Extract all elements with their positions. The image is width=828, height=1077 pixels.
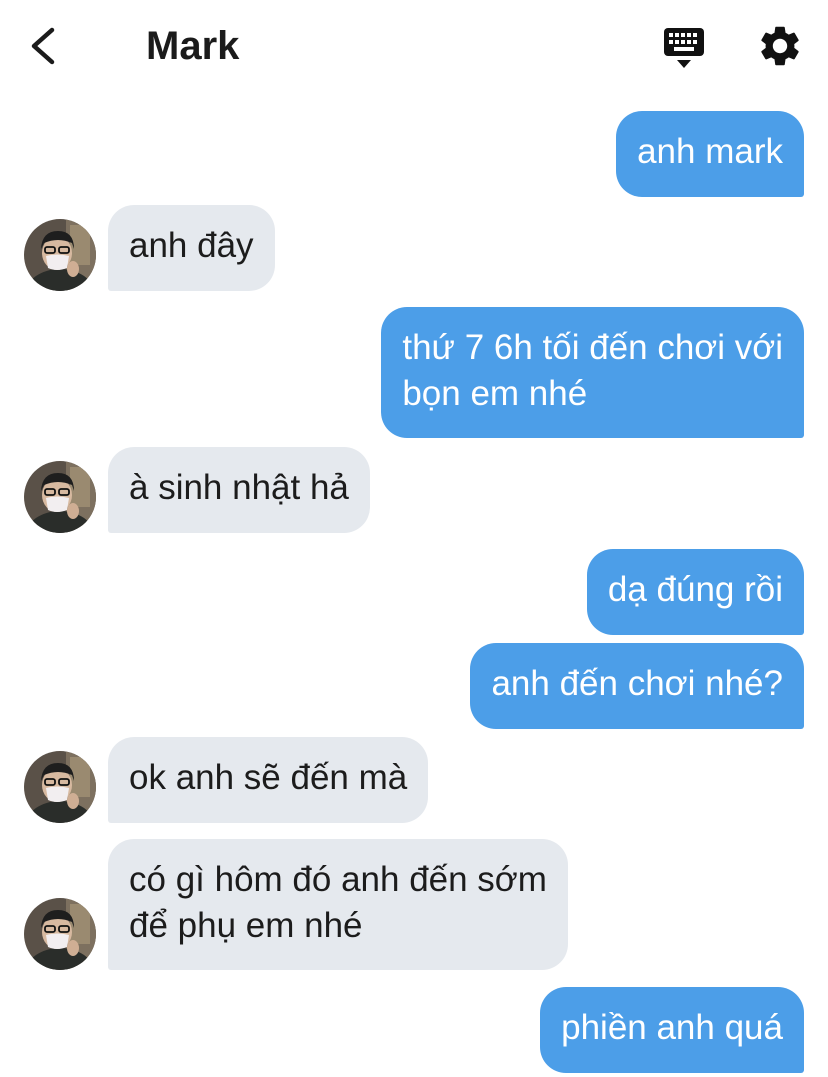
message-text: anh đến chơi nhé?	[491, 664, 783, 703]
incoming-message[interactable]: à sinh nhật hả	[108, 447, 370, 533]
chevron-left-icon	[31, 27, 55, 65]
message-text: dạ đúng rồi	[607, 570, 783, 609]
avatar-image	[24, 751, 96, 823]
outgoing-message[interactable]: phiền anh quá	[540, 987, 804, 1073]
settings-button[interactable]	[756, 22, 804, 70]
message-text: có gì hôm đó anh đến sớm	[129, 860, 547, 899]
outgoing-message[interactable]: dạ đúng rồi	[586, 549, 804, 635]
gear-icon	[761, 26, 799, 66]
avatar[interactable]	[24, 898, 96, 970]
keyboard-button[interactable]	[660, 24, 708, 72]
avatar-image	[24, 898, 96, 970]
incoming-message[interactable]: có gì hôm đó anh đến sớm để phụ em nhé	[108, 839, 568, 970]
avatar-image	[24, 461, 96, 533]
avatar[interactable]	[24, 751, 96, 823]
outgoing-message[interactable]: anh mark	[616, 111, 804, 197]
message-text: phiền anh quá	[561, 1008, 783, 1047]
message-text: bọn em nhé	[402, 374, 588, 413]
message-text: để phụ em nhé	[129, 906, 363, 945]
keyboard-icon	[664, 28, 704, 68]
chat-header: Mark	[0, 0, 828, 92]
avatar-image	[24, 219, 96, 291]
back-button[interactable]	[22, 22, 66, 70]
message-text: anh mark	[637, 132, 783, 171]
message-text: à sinh nhật hả	[129, 468, 349, 507]
message-text: anh đây	[129, 226, 254, 265]
message-text: ok anh sẽ đến mà	[129, 758, 408, 797]
avatar[interactable]	[24, 219, 96, 291]
outgoing-message[interactable]: thứ 7 6h tối đến chơi với bọn em nhé	[381, 307, 804, 438]
page-title: Mark	[146, 24, 240, 68]
incoming-message[interactable]: anh đây	[108, 205, 275, 291]
message-text: thứ 7 6h tối đến chơi với	[402, 328, 783, 367]
incoming-message[interactable]: ok anh sẽ đến mà	[108, 737, 429, 823]
avatar[interactable]	[24, 461, 96, 533]
outgoing-message[interactable]: anh đến chơi nhé?	[470, 643, 804, 729]
